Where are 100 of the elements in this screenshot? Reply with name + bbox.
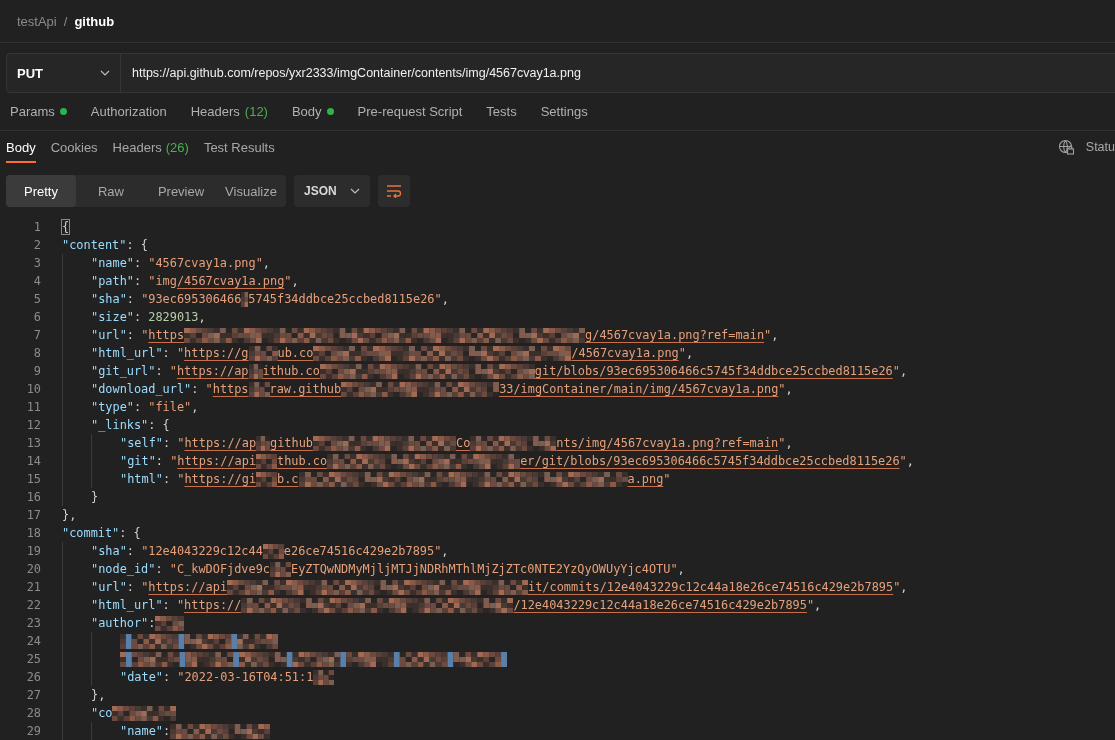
code-text: 33/imgContainer/main/img/4567cvay1a.png", — [499, 382, 793, 396]
request-tab[interactable]: Params — [10, 104, 67, 119]
code-text: "size": 2829013, — [91, 310, 206, 324]
code-text: "git": "https://api — [120, 454, 257, 468]
line-number: 13 — [25, 436, 41, 450]
line-number: 8 — [32, 346, 41, 360]
request-tab[interactable]: Body — [291, 104, 334, 119]
request-tab[interactable]: Settings — [540, 104, 588, 119]
code-text: /4567cvay1a.png", — [571, 346, 694, 360]
code-text: it/commits/12e4043229c12c44a18e26ce74516c429e2b7895", — [528, 580, 908, 594]
method-dropdown[interactable]: PUT — [6, 53, 121, 93]
line-number: 21 — [25, 580, 41, 594]
pixelated-redaction — [241, 291, 249, 307]
code-text: "url": "https://api — [91, 580, 228, 594]
line-number: 22 — [25, 598, 41, 612]
code-text: }, — [91, 688, 106, 702]
pixelated-redaction — [155, 615, 185, 631]
pixelated-redaction — [313, 669, 335, 685]
request-tab[interactable]: Authorization — [90, 104, 167, 119]
code-text: "co — [91, 706, 113, 720]
code-text: "path": "img/4567cvay1a.png", — [91, 274, 299, 288]
pixelated-redaction — [112, 705, 177, 721]
code-text: er/git/blobs/93ec695306466c5745f34ddbce25ccbed8115e26", — [520, 454, 914, 468]
line-number: 3 — [32, 256, 41, 270]
pixelated-redaction — [262, 543, 284, 559]
pixelated-redaction — [256, 435, 271, 451]
line-number: 11 — [25, 400, 41, 414]
line-number: 15 — [25, 472, 41, 486]
pixelated-redaction — [248, 381, 270, 397]
code-text: "author": — [91, 616, 156, 630]
code-text: { — [62, 220, 70, 234]
line-number: 6 — [32, 310, 41, 324]
line-number: 5 — [32, 292, 41, 306]
code-text: EyZTQwNDMyMjljMTJjNDRhMThlMjZjZTc0NTE2YzQyOWUyYjc4OTU", — [291, 562, 685, 576]
chevron-down-icon — [350, 188, 360, 194]
code-text: "download_url": "https — [91, 382, 249, 396]
code-text: Co — [456, 436, 471, 450]
response-tab[interactable]: Test Results — [203, 131, 275, 163]
line-number: 19 — [25, 544, 41, 558]
globe-lock-icon[interactable] — [1057, 138, 1075, 156]
code-text: b.c — [277, 472, 299, 486]
code-text: "sha": "12e4043229c12c44 — [91, 544, 263, 558]
code-text: ithub.co — [262, 364, 320, 378]
line-number: 23 — [25, 616, 41, 630]
line-number: 24 — [25, 634, 41, 648]
breadcrumb-link[interactable]: testApi — [17, 13, 57, 29]
response-tab[interactable]: Body — [6, 131, 36, 163]
line-number: 27 — [25, 688, 41, 702]
code-text: 5745f34ddbce25ccbed8115e26", — [248, 292, 449, 306]
code-text: } — [91, 490, 99, 504]
view-mode-tab[interactable]: Raw — [76, 175, 146, 207]
code-text: }, — [62, 508, 77, 522]
chevron-down-icon — [100, 70, 110, 76]
code-text: "node_id": "C_kwDOFjdve9c — [91, 562, 270, 576]
wrap-lines-icon — [386, 184, 402, 198]
code-text: "date": "2022-03-16T04:51:1 — [120, 670, 314, 684]
line-number: 29 — [25, 724, 41, 738]
line-number: 4 — [32, 274, 41, 288]
code-text: g/4567cvay1a.png?ref=main", — [585, 328, 779, 342]
response-tab[interactable]: Headers (26) — [112, 131, 189, 163]
code-text: ub.co — [277, 346, 314, 360]
request-tab[interactable]: Pre-request Script — [357, 104, 463, 119]
response-tab[interactable]: Cookies — [50, 131, 98, 163]
breadcrumb-separator: / — [63, 13, 68, 29]
url-field[interactable]: https://api.github.com/repos/yxr2333/imgContainer/contents/img/4567cvay1a.png — [121, 53, 1115, 93]
request-tab[interactable]: Headers (12) — [190, 104, 268, 119]
view-mode-tab[interactable]: Preview — [146, 175, 216, 207]
pixelated-redaction — [256, 471, 278, 487]
request-tab[interactable]: Tests — [486, 104, 517, 119]
code-text: "git_url": "https://ap — [91, 364, 249, 378]
request-title: github — [74, 13, 115, 29]
line-number: 28 — [25, 706, 41, 720]
code-text: "html_url": "https://g — [91, 346, 249, 360]
line-number: 20 — [25, 562, 41, 576]
wrap-lines-button[interactable] — [378, 175, 410, 207]
code-text: "content": { — [62, 238, 148, 252]
pixelated-redaction — [248, 363, 263, 379]
code-text: nts/img/4567cvay1a.png?ref=main", — [556, 436, 793, 450]
line-number: 18 — [25, 526, 41, 540]
view-mode-tab[interactable]: Visualize — [216, 175, 286, 207]
code-text: "sha": "93ec695306466 — [91, 292, 242, 306]
line-number: 14 — [25, 454, 41, 468]
code-text: git/blobs/93ec695306466c5745f34ddbce25ccbed8115e26", — [534, 364, 908, 378]
code-text: github — [270, 436, 313, 450]
view-mode-tab[interactable]: Pretty — [6, 175, 76, 207]
format-dropdown[interactable]: JSON — [294, 175, 370, 207]
code-text: raw.github — [269, 382, 342, 396]
code-text: thub.co — [277, 454, 328, 468]
code-text: /12e4043229c12c44a18e26ce74516c429e2b7895", — [513, 598, 822, 612]
code-text: "html": "https://gi — [120, 472, 257, 486]
line-number: 16 — [25, 490, 41, 504]
line-number: 10 — [25, 382, 41, 396]
code-text: a.png" — [627, 472, 671, 486]
line-number: 1 — [32, 220, 41, 234]
line-number: 26 — [25, 670, 41, 684]
code-text: "self": "https://ap — [120, 436, 257, 450]
pixelated-redaction — [270, 561, 291, 577]
pixelated-redaction — [248, 345, 278, 361]
code-text: "url": "https — [91, 328, 185, 342]
line-number: 2 — [32, 238, 41, 252]
